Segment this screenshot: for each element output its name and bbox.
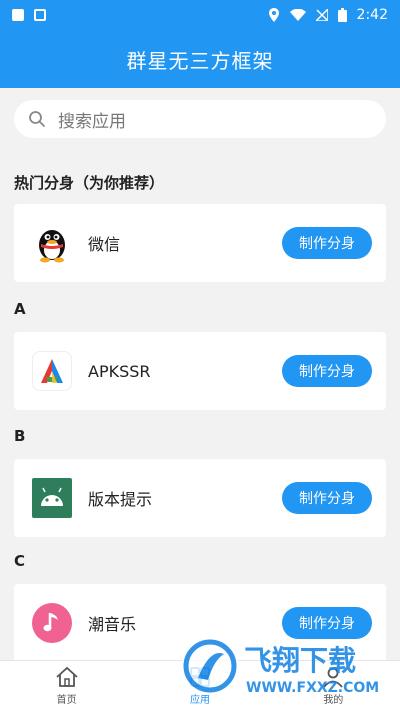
search-input[interactable]: 搜索应用 [14,100,386,138]
penguin-icon [32,223,72,263]
nav-home-label: 首页 [56,695,77,706]
battery-icon [337,8,347,22]
section-header-hot: 热门分身（为你推荐） [14,174,165,192]
app-name: APKSSR [88,361,151,381]
app-notification-icon [34,9,46,21]
app-card-apkssr: APKSSR 制作分身 [14,332,386,410]
app-name: 版本提示 [88,490,153,509]
no-signal-icon [315,9,328,21]
app-name: 潮音乐 [88,615,137,634]
app-title-bar: 群星无三方框架 [0,30,400,88]
watermark: 飞翔下载 WWW.FXXZ.COM [180,630,396,702]
notification-icon [12,9,24,21]
section-header-c: C [14,552,26,570]
apkssr-logo-icon [32,351,72,391]
app-card-wechat: 微信 制作分身 [14,204,386,282]
status-bar: 2:42 [0,0,400,30]
section-header-a: A [14,300,26,318]
search-placeholder: 搜索应用 [58,111,126,132]
music-note-icon [32,603,72,643]
make-clone-button[interactable]: 制作分身 [282,227,372,259]
make-clone-button[interactable]: 制作分身 [282,482,372,514]
search-icon [29,111,45,127]
status-time: 2:42 [356,7,388,23]
location-icon [268,8,279,22]
page-title: 群星无三方框架 [126,48,274,73]
make-clone-button[interactable]: 制作分身 [282,355,372,387]
app-name: 微信 [88,235,121,254]
section-header-b: B [14,427,26,445]
android-icon [32,478,72,518]
svg-text:WWW.FXXZ.COM: WWW.FXXZ.COM [246,680,379,696]
svg-text:飞翔下载: 飞翔下载 [244,644,356,677]
app-card-version-tip: 版本提示 制作分身 [14,459,386,537]
home-icon [56,666,78,687]
nav-home[interactable]: 首页 [0,661,133,711]
wifi-icon [289,9,306,21]
